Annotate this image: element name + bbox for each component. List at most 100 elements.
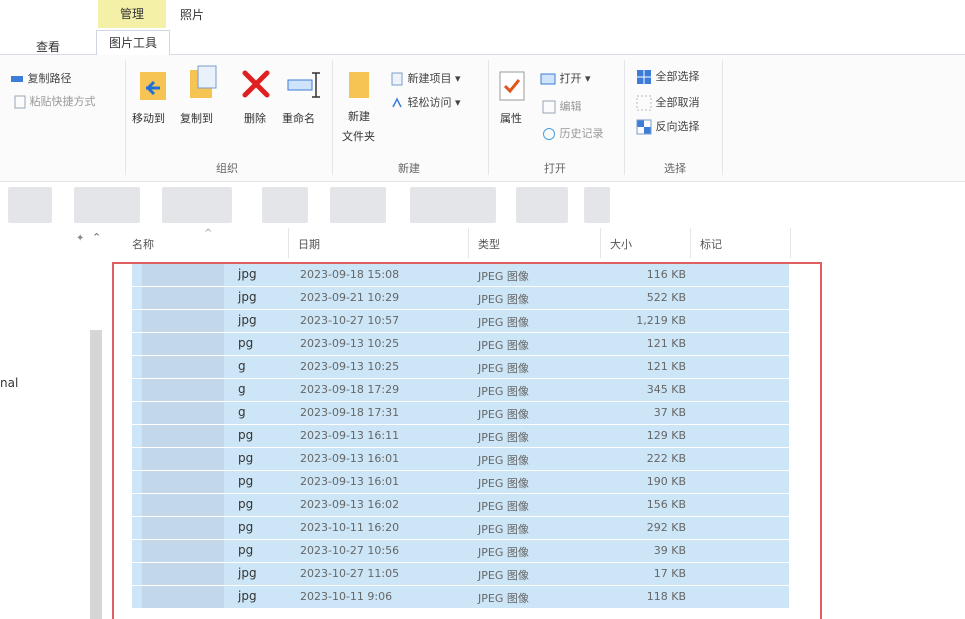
filename-blur	[142, 471, 224, 493]
select-all-button[interactable]: 全部选择	[636, 68, 700, 85]
new-folder-label-2: 文件夹	[342, 130, 375, 143]
column-tags[interactable]: 标记	[700, 236, 722, 252]
scroll-up-icon[interactable]: ⌃	[92, 231, 101, 244]
easy-access-button[interactable]: 轻松访问 ▾	[390, 94, 461, 110]
pin-icon[interactable]: ✦	[76, 233, 84, 244]
invert-selection-button[interactable]: 反向选择	[636, 118, 700, 135]
table-row[interactable]: pg 2023-10-11 16:20 JPEG 图像 292 KB	[132, 517, 789, 540]
column-separator[interactable]	[690, 228, 691, 258]
file-size: 39 KB	[653, 544, 686, 557]
table-row[interactable]: g 2023-09-18 17:31 JPEG 图像 37 KB	[132, 402, 789, 425]
file-size: 116 KB	[646, 268, 686, 281]
tab-view[interactable]: 查看	[36, 38, 60, 55]
nav-scrollbar[interactable]	[90, 330, 102, 619]
organize-group-label: 组织	[216, 162, 238, 175]
copy-to-button[interactable]	[186, 64, 220, 108]
filename-blur	[142, 333, 224, 355]
properties-button[interactable]	[498, 70, 528, 106]
tab-manage[interactable]: 管理	[98, 0, 166, 28]
history-button[interactable]: 历史记录	[542, 125, 604, 141]
file-type: JPEG 图像	[478, 385, 529, 398]
address-blur	[74, 187, 140, 223]
address-blur	[8, 187, 52, 223]
file-ext: jpg	[238, 267, 257, 281]
file-type: JPEG 图像	[478, 454, 529, 467]
table-row[interactable]: g 2023-09-18 17:29 JPEG 图像 345 KB	[132, 379, 789, 402]
delete-label: 删除	[244, 112, 266, 125]
group-separator	[332, 60, 333, 175]
file-type: JPEG 图像	[478, 316, 529, 329]
paste-shortcut-button[interactable]: 粘贴快捷方式	[14, 93, 96, 109]
column-separator[interactable]	[288, 228, 289, 258]
table-row[interactable]: jpg 2023-10-27 11:05 JPEG 图像 17 KB	[132, 563, 789, 586]
file-date: 2023-09-18 17:29	[300, 383, 400, 396]
nav-item-partial[interactable]: nal	[0, 376, 18, 390]
column-size[interactable]: 大小	[610, 236, 632, 252]
file-date: 2023-09-13 10:25	[300, 337, 400, 350]
easy-access-label: 轻松访问 ▾	[407, 96, 461, 109]
move-to-button[interactable]	[136, 66, 170, 110]
table-row[interactable]: pg 2023-09-13 16:11 JPEG 图像 129 KB	[132, 425, 789, 448]
address-blur	[584, 187, 610, 223]
table-row[interactable]: jpg 2023-10-11 9:06 JPEG 图像 118 KB	[132, 586, 789, 609]
file-ext: jpg	[238, 313, 257, 327]
sort-up-icon: ^	[204, 228, 213, 239]
history-label: 历史记录	[559, 127, 604, 140]
copy-path-button[interactable]: 复制路径	[10, 70, 72, 86]
filename-blur	[142, 517, 224, 539]
column-separator[interactable]	[600, 228, 601, 258]
table-row[interactable]: jpg 2023-10-27 10:57 JPEG 图像 1,219 KB	[132, 310, 789, 333]
column-name[interactable]: 名称	[132, 236, 154, 252]
table-row[interactable]: jpg 2023-09-18 15:08 JPEG 图像 116 KB	[132, 264, 789, 287]
column-separator[interactable]	[790, 228, 791, 258]
delete-x-icon	[242, 70, 270, 98]
file-type: JPEG 图像	[478, 270, 529, 283]
table-row[interactable]: g 2023-09-13 10:25 JPEG 图像 121 KB	[132, 356, 789, 379]
table-row[interactable]: pg 2023-09-13 10:25 JPEG 图像 121 KB	[132, 333, 789, 356]
easy-access-icon	[392, 97, 402, 108]
table-row[interactable]: pg 2023-10-27 10:56 JPEG 图像 39 KB	[132, 540, 789, 563]
open-button[interactable]: 打开 ▾	[540, 70, 591, 86]
tab-picture-tools[interactable]: 图片工具	[96, 30, 170, 55]
file-ext: pg	[238, 497, 254, 511]
table-row[interactable]: pg 2023-09-13 16:01 JPEG 图像 222 KB	[132, 448, 789, 471]
select-none-button[interactable]: 全部取消	[636, 94, 700, 111]
file-size: 37 KB	[653, 406, 686, 419]
column-type[interactable]: 类型	[478, 236, 500, 252]
file-size: 345 KB	[646, 383, 686, 396]
edit-label: 编辑	[559, 100, 582, 113]
copy-path-icon	[11, 76, 23, 82]
table-row[interactable]: pg 2023-09-13 16:02 JPEG 图像 156 KB	[132, 494, 789, 517]
copy-path-label: 复制路径	[27, 72, 72, 85]
column-separator[interactable]	[468, 228, 469, 258]
tab-photo[interactable]: 照片	[180, 6, 204, 23]
file-ext: pg	[238, 520, 254, 534]
filename-blur	[142, 448, 224, 470]
file-size: 121 KB	[646, 360, 686, 373]
rename-button[interactable]	[286, 70, 322, 104]
file-size: 190 KB	[646, 475, 686, 488]
column-date[interactable]: 日期	[298, 236, 320, 252]
table-row[interactable]: pg 2023-09-13 16:01 JPEG 图像 190 KB	[132, 471, 789, 494]
file-type: JPEG 图像	[478, 431, 529, 444]
new-item-button[interactable]: 新建项目 ▾	[390, 70, 461, 86]
file-type: JPEG 图像	[478, 523, 529, 536]
select-all-icon	[637, 70, 651, 84]
new-folder-icon	[349, 72, 369, 98]
group-separator	[624, 60, 625, 175]
table-row[interactable]: jpg 2023-09-21 10:29 JPEG 图像 522 KB	[132, 287, 789, 310]
file-date: 2023-09-18 17:31	[300, 406, 400, 419]
file-size: 156 KB	[646, 498, 686, 511]
file-date: 2023-09-13 16:01	[300, 475, 400, 488]
delete-button[interactable]	[240, 68, 272, 104]
filename-blur	[142, 310, 224, 332]
file-size: 121 KB	[646, 337, 686, 350]
file-date: 2023-10-27 10:56	[300, 544, 400, 557]
edit-button[interactable]: 编辑	[542, 98, 582, 114]
history-icon	[543, 128, 555, 140]
file-type: JPEG 图像	[478, 408, 529, 421]
file-size: 522 KB	[646, 291, 686, 304]
new-folder-button[interactable]	[346, 68, 372, 106]
open-icon	[540, 73, 556, 85]
new-folder-label-1: 新建	[348, 110, 370, 123]
